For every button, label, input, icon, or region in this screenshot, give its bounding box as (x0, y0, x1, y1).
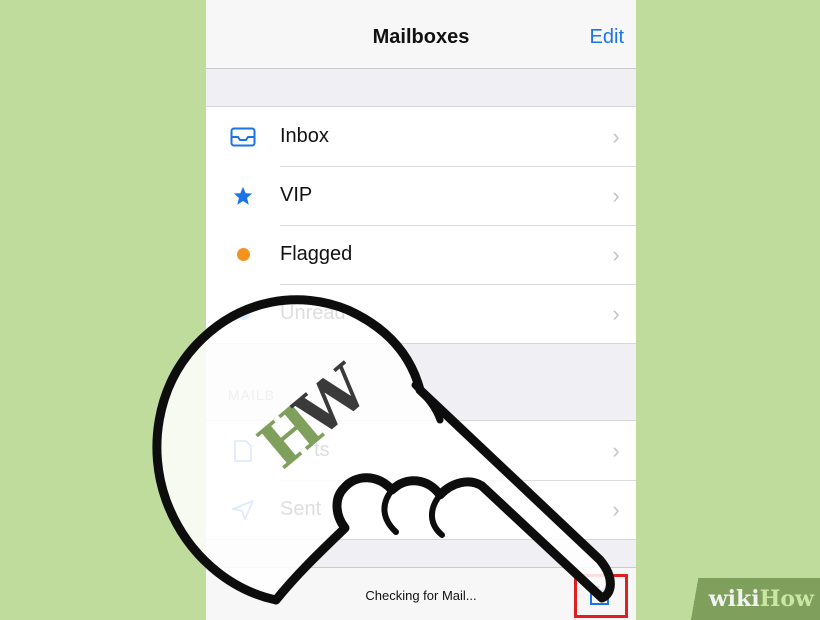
mailbox-row-vip[interactable]: VIP › (206, 166, 636, 225)
mail-status-text: Checking for Mail... (365, 588, 477, 603)
mail-app-screen: Mailboxes Edit Inbox › VIP › Flagged › U… (206, 0, 636, 620)
mailbox-label: Inbox (280, 125, 329, 147)
inbox-icon (206, 127, 280, 147)
chevron-right-icon: › (612, 300, 620, 326)
chevron-right-icon: › (612, 496, 620, 522)
sent-icon (206, 499, 280, 521)
page-title: Mailboxes (372, 26, 470, 48)
flag-dot-icon (206, 248, 280, 261)
folder-row-drafts[interactable]: ts › (206, 421, 636, 480)
mailbox-row-unread[interactable]: Unread › (206, 284, 636, 343)
mailbox-label: Unread (280, 302, 346, 324)
mailboxes-list: Inbox › VIP › Flagged › Unread › (206, 106, 636, 344)
mailbox-row-flagged[interactable]: Flagged › (206, 225, 636, 284)
folder-label: ts (314, 439, 330, 461)
mailbox-label: Flagged (280, 243, 353, 265)
account-folders-list: ts › Sent › (206, 420, 636, 540)
compose-icon (587, 580, 615, 613)
star-icon (206, 185, 280, 207)
chevron-right-icon: › (612, 182, 620, 208)
mailbox-label: VIP (280, 184, 313, 206)
folder-row-sent[interactable]: Sent › (206, 480, 636, 539)
chevron-right-icon: › (612, 437, 620, 463)
chevron-right-icon: › (612, 123, 620, 149)
drafts-icon (206, 439, 280, 463)
compose-button[interactable] (574, 574, 628, 618)
folder-label: Sent (280, 498, 322, 520)
section-heading: MAILB (228, 387, 276, 403)
wikihow-watermark: wiki How (670, 578, 820, 620)
unread-dot-icon (206, 307, 280, 320)
bottom-toolbar: Checking for Mail... (206, 567, 636, 620)
chevron-right-icon: › (612, 241, 620, 267)
navigation-bar: Mailboxes Edit (206, 0, 636, 69)
mailbox-row-inbox[interactable]: Inbox › (206, 107, 636, 166)
edit-button[interactable]: Edit (590, 26, 624, 49)
